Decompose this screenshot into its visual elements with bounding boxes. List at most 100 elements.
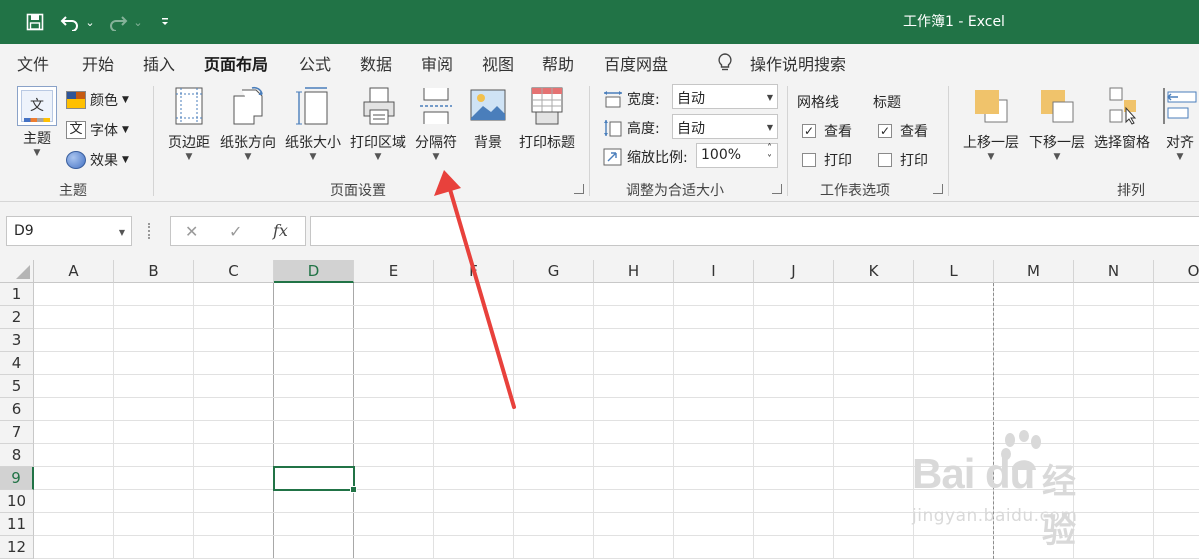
fonts-button[interactable]: 文 字体 ▼ [66, 120, 129, 140]
headings-view-checkbox[interactable]: ✓ 查看 [878, 121, 928, 141]
save-icon[interactable] [24, 9, 46, 35]
undo-icon[interactable] [58, 9, 82, 35]
themes-button[interactable]: 文 主题 ▼ [12, 86, 62, 158]
undo-dropdown-icon[interactable]: ⌄ [84, 9, 96, 35]
enter-icon[interactable]: ✓ [229, 222, 242, 241]
bring-forward-button[interactable]: 上移一层 ▼ [958, 86, 1024, 162]
selection-pane-button[interactable]: 选择窗格 [1090, 86, 1154, 152]
row-header-10[interactable]: 10 [0, 490, 34, 513]
height-dropdown[interactable]: 自动 ▼ [672, 114, 778, 139]
tab-baidu-netdisk[interactable]: 百度网盘 [604, 51, 668, 77]
breaks-button[interactable]: 分隔符 ▼ [411, 86, 461, 162]
tab-view[interactable]: 视图 [482, 51, 514, 77]
row-header-9[interactable]: 9 [0, 467, 34, 490]
redo-icon[interactable] [106, 9, 130, 35]
chevron-down-icon: ▼ [122, 125, 129, 135]
gridlines-print-checkbox[interactable]: 打印 [802, 150, 852, 170]
margins-label: 页边距 [168, 135, 210, 151]
tab-review[interactable]: 审阅 [421, 51, 453, 77]
customize-icon[interactable] [158, 9, 172, 35]
column-header-k[interactable]: K [834, 260, 914, 283]
margins-button[interactable]: 页边距 ▼ [163, 86, 215, 162]
splitter-handle[interactable] [148, 223, 152, 239]
column-header-e[interactable]: E [354, 260, 434, 283]
chevron-down-icon: ▼ [33, 148, 41, 158]
formula-bar: D9 ▼ ✕ ✓ fx [0, 202, 1199, 260]
tab-help[interactable]: 帮助 [542, 51, 574, 77]
tab-home[interactable]: 开始 [82, 51, 114, 77]
width-dropdown[interactable]: 自动 ▼ [672, 84, 778, 109]
send-backward-button[interactable]: 下移一层 ▼ [1024, 86, 1090, 162]
row-header-11[interactable]: 11 [0, 513, 34, 536]
row-header-5[interactable]: 5 [0, 375, 34, 398]
column-header-g[interactable]: G [514, 260, 594, 283]
column-header-j[interactable]: J [754, 260, 834, 283]
tab-insert[interactable]: 插入 [143, 51, 175, 77]
scale-spinner[interactable]: 100% ˄ ˅ [696, 143, 778, 168]
sheet-options-group-label: 工作表选项 [820, 183, 890, 199]
size-label: 纸张大小 [285, 135, 341, 151]
scale-to-fit-group-label: 调整为合适大小 [626, 183, 724, 199]
print-area-button[interactable]: 打印区域 ▼ [347, 86, 409, 162]
tab-data[interactable]: 数据 [360, 51, 392, 77]
bring-forward-icon [975, 90, 1008, 123]
align-button[interactable]: 对齐 ▼ [1158, 86, 1199, 162]
spinner-down-icon[interactable]: ˅ [767, 154, 772, 165]
gridline-vertical [753, 283, 754, 559]
row-header-12[interactable]: 12 [0, 536, 34, 559]
width-row: 宽度: [603, 89, 660, 109]
row-header-2[interactable]: 2 [0, 306, 34, 329]
redo-dropdown-icon[interactable]: ⌄ [132, 9, 144, 35]
column-header-f[interactable]: F [434, 260, 514, 283]
tab-formulas[interactable]: 公式 [299, 51, 331, 77]
formula-input[interactable] [310, 216, 1199, 246]
effects-label: 效果 [90, 153, 118, 169]
insert-function-icon[interactable]: fx [273, 221, 288, 240]
row-header-4[interactable]: 4 [0, 352, 34, 375]
gridline-vertical [833, 283, 834, 559]
spinner-up-icon[interactable]: ˄ [767, 143, 772, 154]
sheet-options-launcher-icon[interactable] [933, 184, 943, 194]
selection-pane-icon [1109, 87, 1137, 125]
column-header-m[interactable]: M [994, 260, 1074, 283]
column-header-b[interactable]: B [114, 260, 194, 283]
column-header-d[interactable]: D [274, 260, 354, 283]
cancel-icon[interactable]: ✕ [185, 222, 198, 241]
name-box[interactable]: D9 ▼ [6, 216, 132, 246]
column-header-a[interactable]: A [34, 260, 114, 283]
size-button[interactable]: 纸张大小 ▼ [281, 86, 345, 162]
tab-file[interactable]: 文件 [17, 51, 49, 77]
gridline-vertical [513, 283, 514, 559]
row-header-1[interactable]: 1 [0, 283, 34, 306]
row-header-8[interactable]: 8 [0, 444, 34, 467]
gridlines-view-checkbox[interactable]: ✓ 查看 [802, 121, 852, 141]
selected-cell[interactable] [273, 466, 357, 493]
column-header-c[interactable]: C [194, 260, 274, 283]
chevron-down-icon: ▼ [1176, 152, 1184, 162]
tell-me-search[interactable]: 操作说明搜索 [750, 51, 846, 77]
headings-print-checkbox[interactable]: 打印 [878, 150, 928, 170]
lightbulb-icon[interactable] [716, 52, 734, 78]
column-header-o[interactable]: O [1154, 260, 1199, 283]
select-all-button[interactable] [0, 260, 34, 283]
gridline-horizontal [34, 397, 1199, 398]
ribbon-tabs: 文件 开始 插入 页面布局 公式 数据 审阅 视图 帮助 百度网盘 操作说明搜索 [0, 44, 1199, 83]
page-setup-launcher-icon[interactable] [574, 184, 584, 194]
row-header-7[interactable]: 7 [0, 421, 34, 444]
column-header-h[interactable]: H [594, 260, 674, 283]
row-header-3[interactable]: 3 [0, 329, 34, 352]
checkbox-unchecked-icon [802, 153, 816, 167]
chevron-down-icon: ▼ [987, 152, 995, 162]
row-header-6[interactable]: 6 [0, 398, 34, 421]
column-header-l[interactable]: L [914, 260, 994, 283]
background-button[interactable]: 背景 [466, 86, 510, 152]
tab-page-layout[interactable]: 页面布局 [193, 51, 279, 83]
scale-to-fit-launcher-icon[interactable] [772, 184, 782, 194]
column-header-i[interactable]: I [674, 260, 754, 283]
print-titles-button[interactable]: 打印标题 [514, 86, 580, 152]
effects-button[interactable]: 效果 ▼ [66, 150, 129, 170]
send-backward-label: 下移一层 [1029, 135, 1085, 151]
colors-button[interactable]: 颜色 ▼ [66, 90, 129, 110]
orientation-button[interactable]: 纸张方向 ▼ [217, 86, 279, 162]
column-header-n[interactable]: N [1074, 260, 1154, 283]
